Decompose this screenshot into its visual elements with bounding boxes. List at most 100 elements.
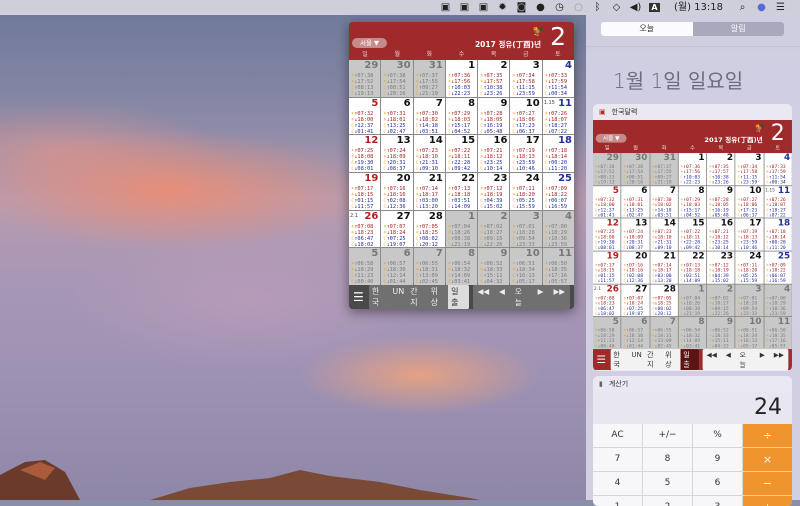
day-cell[interactable]: 14 ☀↑07:23 ☀↓18:10 ☾↑21:31 ☾↓09:10 [413,135,445,172]
calc-key-9[interactable]: 9 [693,448,742,471]
prev-year-button[interactable]: ◀◀ [473,284,495,309]
siri-icon[interactable]: ● [752,0,771,15]
day-cell[interactable]: 31 ☀↑07:37 ☀↓17:55 ☾↑09:27 ☾↓21:19 [650,153,678,186]
today-button[interactable]: 오늘 [735,348,755,370]
day-cell[interactable]: 28 ☀↑07:05 ☀↓18:25 ☾↑08:02 ☾↓20:12 [413,210,445,248]
timer-icon[interactable]: ◙ [512,0,531,15]
day-cell[interactable]: 8 ☀↑07:29 ☀↓18:03 ☾↑15:17 ☾↓04:52 [445,97,478,135]
day-cell[interactable]: 9 ☀↑06:52 ☀↓18:33 ☾↑15:11 ☾↓04:32 [478,248,510,285]
day-cell[interactable]: 23 ☀↑07:12 ☀↓18:19 ☾↑04:39 ☾↓15:02 [478,173,510,210]
day-cell[interactable]: 4 ☀↑07:00 ☀↓18:29 ☾↑10:36 ☾↓23:59 [764,284,792,317]
chat-icon[interactable]: ○ [569,0,588,15]
day-cell[interactable]: 10 ☀↑06:51 ☀↓18:34 ☾↑16:13 ☾↓05:17 [510,248,542,285]
day-cell[interactable]: 30 ☀↑07:38 ☀↓17:54 ☾↑08:51 ☾↓20:16 [381,60,413,97]
tab-today[interactable]: 오늘 [601,22,693,36]
day-cell[interactable]: 10 ☀↑07:27 ☀↓18:06 ☾↑17:23 ☾↓06:37 [510,97,542,135]
day-cell[interactable]: 21 ☀↑07:14 ☀↓18:17 ☾↑03:00 ☾↓13:20 [413,173,445,210]
day-cell[interactable]: 9 ☀↑07:28 ☀↓18:05 ☾↑16:19 ☾↓05:48 [707,185,735,218]
day-cell[interactable]: 3 ☀↑07:34 ☀↓17:58 ☾↑11:15 ☾↓23:59 [510,60,542,97]
prev-month-button[interactable]: ◀ [721,348,735,370]
day-cell[interactable]: 25 ☀↑07:09 ☀↓18:22 ☾↑06:07 ☾↓16:59 [542,173,574,210]
day-cell[interactable]: 26 2.1 ☀↑07:08 ☀↓18:23 ☾↑06:47 ☾↓18:02 [349,210,381,248]
day-cell[interactable]: 29 ☀↑07:38 ☀↓17:52 ☾↑08:13 ☾↓19:13 [593,153,621,186]
day-cell[interactable]: 3 ☀↑07:01 ☀↓18:28 ☾↑09:54 ☾↓23:33 [510,210,542,248]
day-cell[interactable]: 7 ☀↑07:30 ☀↓18:02 ☾↑14:18 ☾↓03:51 [650,185,678,218]
input-source-icon[interactable]: A [645,0,664,15]
calc-key-−[interactable]: − [743,472,792,495]
day-cell[interactable]: 1 ☀↑07:36 ☀↓17:56 ☾↑10:03 ☾↓22:23 [678,153,707,186]
next-year-button[interactable]: ▶▶ [548,284,570,309]
next-year-button[interactable]: ▶▶ [769,348,788,370]
mode-간지[interactable]: 간지 [407,284,427,309]
calc-key-2[interactable]: 2 [643,496,692,506]
day-cell[interactable]: 24 ☀↑07:11 ☀↓18:20 ☾↑05:25 ☾↓15:59 [510,173,542,210]
next-month-button[interactable]: ▶ [533,284,549,309]
menu-icon[interactable]: ☰ [353,290,365,304]
day-cell[interactable]: 15 ☀↑07:22 ☀↓18:11 ☾↑22:28 ☾↓09:42 [678,218,707,251]
day-cell[interactable]: 5 ☀↑07:32 ☀↓18:00 ☾↑12:37 ☾↓01:41 [593,185,621,218]
day-cell[interactable]: 16 ☀↑07:21 ☀↓18:12 ☾↑23:25 ☾↓10:14 [478,135,510,172]
day-cell[interactable]: 25 ☀↑07:09 ☀↓18:22 ☾↑06:07 ☾↓16:59 [764,251,792,284]
day-cell[interactable]: 5 ☀↑06:58 ☀↓18:29 ☾↑11:23 ☾↓00:40 [593,317,621,350]
day-cell[interactable]: 9 ☀↑06:52 ☀↓18:33 ☾↑15:11 ☾↓04:32 [707,317,735,350]
prev-year-button[interactable]: ◀◀ [702,348,721,370]
day-cell[interactable]: 20 ☀↑07:16 ☀↓18:16 ☾↑02:08 ☾↓12:36 [621,251,650,284]
mode-UN[interactable]: UN [389,284,407,309]
calc-key-8[interactable]: 8 [643,448,692,471]
calc-key-×[interactable]: × [743,448,792,471]
mode-일출[interactable]: 일출 [680,348,699,370]
mode-한국[interactable]: 한국 [369,284,389,309]
city-selector[interactable]: 서울 ▼ [595,133,627,143]
moon-icon[interactable]: ● [531,0,550,15]
day-cell[interactable]: 17 ☀↑07:19 ☀↓18:13 ☾↑23:59 ☾↓10:46 [510,135,542,172]
day-cell[interactable]: 7 ☀↑07:30 ☀↓18:02 ☾↑14:18 ☾↓03:51 [413,97,445,135]
day-cell[interactable]: 12 ☀↑07:25 ☀↓18:08 ☾↑19:30 ☾↓08:01 [593,218,621,251]
day-cell[interactable]: 8 ☀↑06:54 ☀↓18:32 ☾↑14:09 ☾↓03:41 [678,317,707,350]
notification-center-icon[interactable]: ☰ [771,0,790,15]
day-cell[interactable]: 18 ☀↑07:18 ☀↓18:14 ☾↑00:20 ☾↓11:20 [764,218,792,251]
next-month-button[interactable]: ▶ [755,348,769,370]
calc-key-%[interactable]: % [693,424,742,447]
day-cell[interactable]: 31 ☀↑07:37 ☀↓17:55 ☾↑09:27 ☾↓21:19 [413,60,445,97]
day-cell[interactable]: 2 ☀↑07:35 ☀↓17:57 ☾↑10:38 ☾↓23:26 [478,60,510,97]
day-cell[interactable]: 18 ☀↑07:18 ☀↓18:14 ☾↑00:20 ☾↓11:20 [542,135,574,172]
day-cell[interactable]: 27 ☀↑07:07 ☀↓18:24 ☾↑07:25 ☾↓19:07 [621,284,650,317]
day-cell[interactable]: 3 ☀↑07:01 ☀↓18:28 ☾↑09:54 ☾↓23:33 [735,284,764,317]
day-cell[interactable]: 21 ☀↑07:14 ☀↓18:17 ☾↑03:00 ☾↓13:20 [650,251,678,284]
day-cell[interactable]: 19 ☀↑07:17 ☀↓18:15 ☾↑01:15 ☾↓11:57 [349,173,381,210]
day-cell[interactable]: 4 ☀↑07:00 ☀↓18:29 ☾↑10:36 ☾↓23:59 [542,210,574,248]
calc-key-5[interactable]: 5 [643,472,692,495]
day-cell[interactable]: 19 ☀↑07:17 ☀↓18:15 ☾↑01:15 ☾↓11:57 [593,251,621,284]
calc-key-AC[interactable]: AC [593,424,642,447]
day-cell[interactable]: 8 ☀↑07:29 ☀↓18:03 ☾↑15:17 ☾↓04:52 [678,185,707,218]
day-cell[interactable]: 9 ☀↑07:28 ☀↓18:05 ☾↑16:19 ☾↓05:48 [478,97,510,135]
day-cell[interactable]: 2 ☀↑07:02 ☀↓18:27 ☾↑09:15 ☾↓22:26 [478,210,510,248]
day-cell[interactable]: 5 ☀↑07:32 ☀↓18:00 ☾↑12:37 ☾↓01:41 [349,97,381,135]
calendar-app-icon[interactable]: ▣ [436,0,455,15]
day-cell[interactable]: 5 ☀↑06:58 ☀↓18:29 ☾↑11:23 ☾↓00:40 [349,248,381,285]
calc-key-4[interactable]: 4 [593,472,642,495]
volume-icon[interactable]: ◀) [626,0,645,15]
calendar-app-icon-2[interactable]: ▣ [455,0,474,15]
spotlight-search-icon[interactable]: ⌕ [733,0,752,15]
mode-한국[interactable]: 한국 [611,348,629,370]
day-cell[interactable]: 23 ☀↑07:12 ☀↓18:19 ☾↑04:39 ☾↓15:02 [707,251,735,284]
mode-위상[interactable]: 위상 [663,348,681,370]
calc-key-÷[interactable]: ÷ [743,424,792,447]
day-cell[interactable]: 26 2.1 ☀↑07:08 ☀↓18:23 ☾↑06:47 ☾↓18:02 [593,284,621,317]
day-cell[interactable]: 16 ☀↑07:21 ☀↓18:12 ☾↑23:25 ☾↓10:14 [707,218,735,251]
tab-notifications[interactable]: 알림 [692,22,784,36]
day-cell[interactable]: 27 ☀↑07:07 ☀↓18:24 ☾↑07:25 ☾↓19:07 [381,210,413,248]
gear-icon[interactable]: ✹ [493,0,512,15]
day-cell[interactable]: 10 ☀↑07:27 ☀↓18:06 ☾↑17:23 ☾↓06:37 [735,185,764,218]
day-cell[interactable]: 6 ☀↑07:31 ☀↓18:01 ☾↑13:25 ☾↓02:47 [621,185,650,218]
day-cell[interactable]: 4 ☀↑07:33 ☀↓17:59 ☾↑11:54 ☾↓00:34 [764,153,792,186]
day-cell[interactable]: 1 ☀↑07:36 ☀↓17:56 ☾↑10:03 ☾↓22:23 [445,60,478,97]
prev-month-button[interactable]: ◀ [494,284,510,309]
day-cell[interactable]: 22 ☀↑07:13 ☀↓18:18 ☾↑03:51 ☾↓14:09 [678,251,707,284]
day-cell[interactable]: 4 ☀↑07:33 ☀↓17:59 ☾↑11:54 ☾↓00:34 [542,60,574,97]
calc-key-3[interactable]: 3 [693,496,742,506]
day-cell[interactable]: 13 ☀↑07:24 ☀↓18:09 ☾↑20:31 ☾↓08:37 [381,135,413,172]
day-cell[interactable]: 2 ☀↑07:02 ☀↓18:27 ☾↑09:15 ☾↓22:26 [707,284,735,317]
day-cell[interactable]: 1 ☀↑07:04 ☀↓18:26 ☾↑08:38 ☾↓21:19 [678,284,707,317]
